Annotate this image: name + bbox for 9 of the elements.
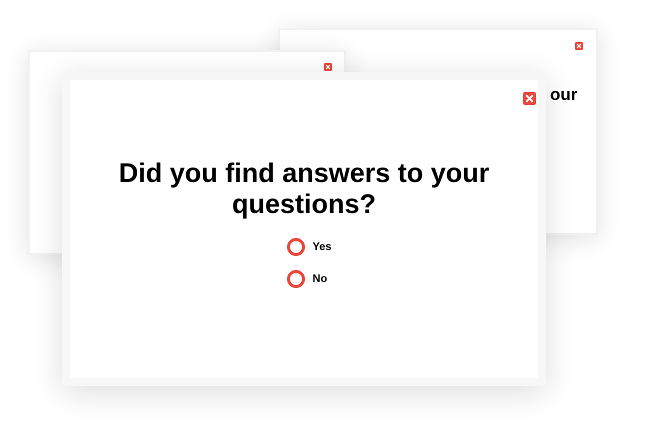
radio-option[interactable]: Yes [286,238,332,256]
radio-option[interactable]: No [286,270,328,288]
radio-button[interactable] [286,270,305,288]
close-icon[interactable] [575,42,583,50]
close-icon[interactable] [324,63,332,71]
popup-question: Did you find answers to your questions? [118,158,490,220]
radio-button[interactable] [286,238,305,256]
close-icon[interactable] [523,92,536,105]
popup-title: our [550,86,578,103]
